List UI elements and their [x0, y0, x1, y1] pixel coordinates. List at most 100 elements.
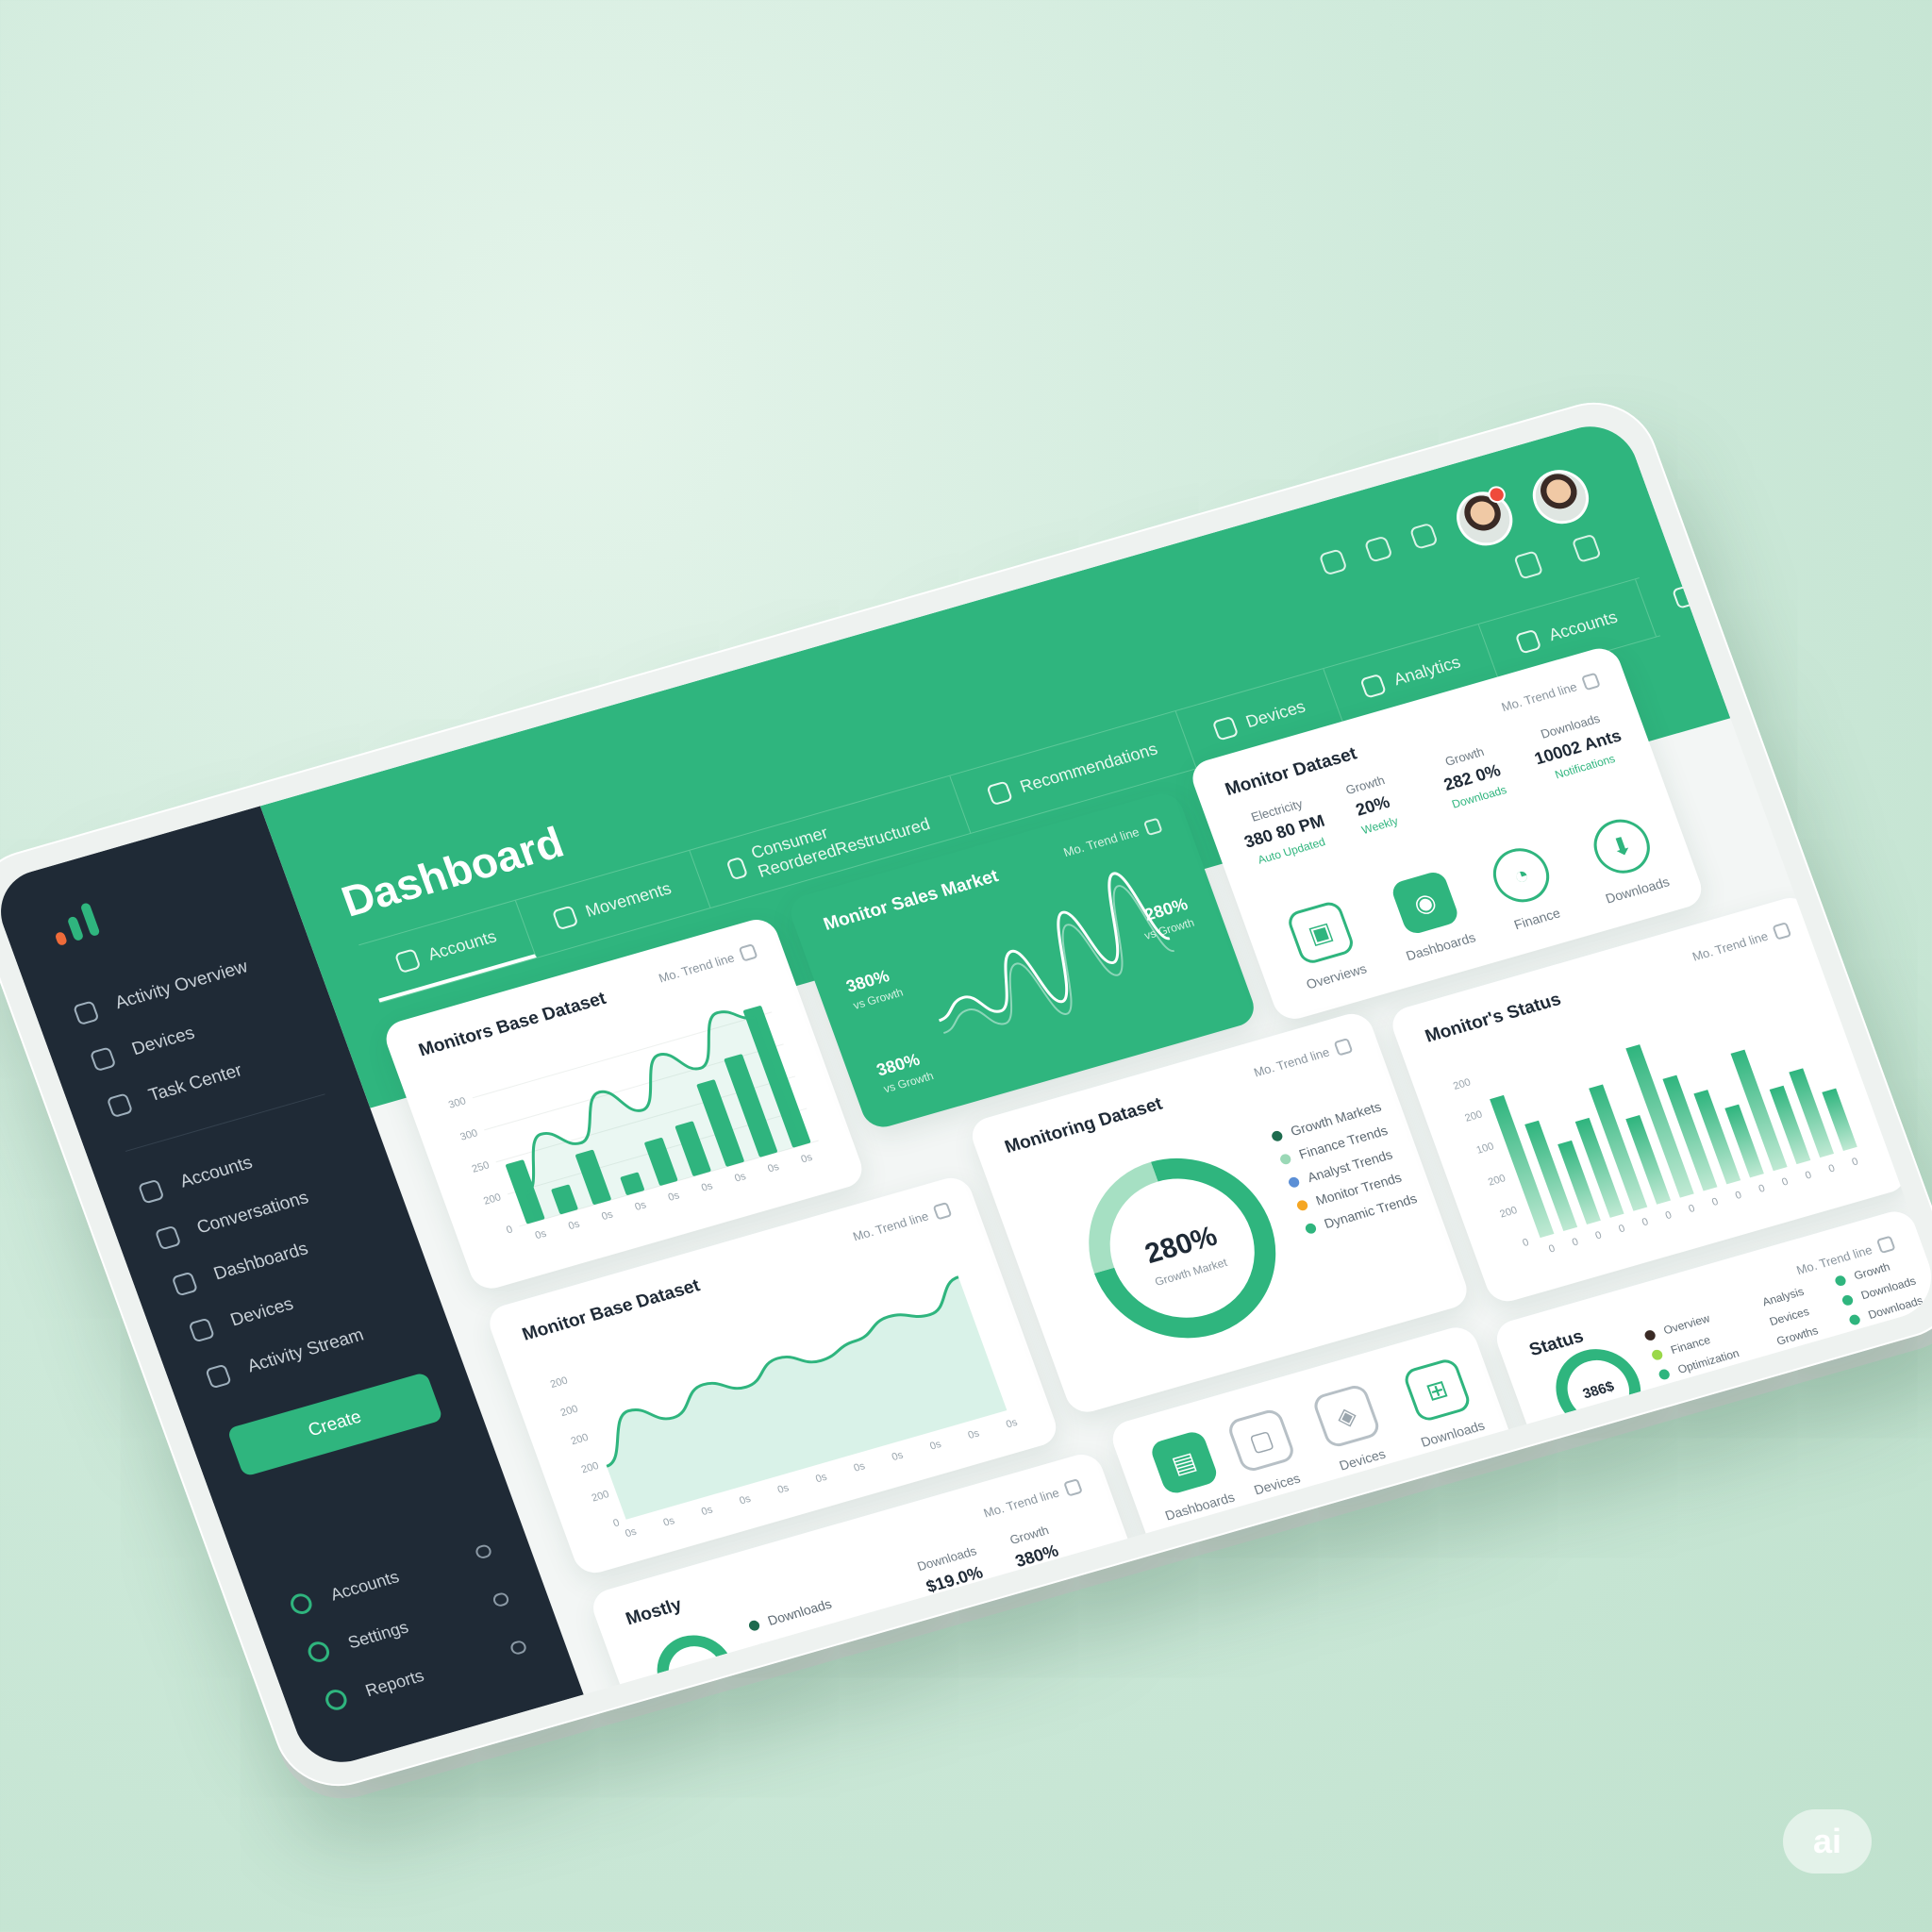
legend-dot: [1295, 1198, 1309, 1212]
y-tick-label: 200: [1452, 1077, 1473, 1092]
sidebar-footer-label: Reports: [362, 1665, 426, 1700]
legend-dot: [1642, 1328, 1657, 1341]
y-tick-label: 0: [505, 1224, 514, 1236]
heart-icon: [393, 948, 422, 974]
chat-bubble-icon: [474, 1542, 493, 1560]
globe-icon: [986, 780, 1014, 807]
notification-badge: [1485, 484, 1508, 506]
x-tick-label: 0: [1757, 1183, 1767, 1195]
x-tick-label: 0: [1547, 1243, 1557, 1256]
settings-icon: [305, 1639, 333, 1665]
y-tick-label: 200: [591, 1489, 611, 1504]
x-tick-label: 0: [1780, 1176, 1790, 1189]
x-tick-label: 0s: [534, 1228, 549, 1242]
sidebar-footer: Accounts Settings Reports: [246, 1515, 571, 1737]
devices-tile[interactable]: ▢ Devices: [1225, 1407, 1306, 1499]
x-tick-label: 0s: [776, 1482, 791, 1496]
stat-column: Growth 20% Weekly: [1343, 773, 1401, 837]
stat-column: Growth 282 0% Downloads: [1435, 741, 1509, 810]
x-tick-label: 0s: [891, 1450, 906, 1464]
x-tick-label: 0: [1851, 1157, 1860, 1169]
x-tick-label: 0s: [662, 1515, 677, 1529]
stat-column: Downloads 10002 Ants Notifications: [1525, 708, 1630, 786]
sidebar-footer-label: Settings: [344, 1617, 411, 1652]
users-icon: [551, 905, 579, 931]
legend-dot: [1840, 1293, 1855, 1307]
stream-icon: [205, 1363, 232, 1390]
y-tick-label: 250: [471, 1159, 491, 1174]
x-tick-label: 0s: [624, 1526, 639, 1541]
devices-tile-2[interactable]: ◈ Devices: [1310, 1382, 1391, 1474]
x-tick-label: 0s: [633, 1199, 648, 1213]
device-icon: [188, 1317, 216, 1343]
legend-dot: [1833, 1274, 1848, 1287]
link-icon: [1515, 628, 1542, 655]
share-icon[interactable]: [1513, 550, 1544, 580]
sidebar-item-label: Task Center: [145, 1060, 245, 1107]
donut-legend: Growth Markets Finance Trends Analyst Tr…: [1268, 1093, 1421, 1241]
x-tick-label: 0: [1641, 1216, 1650, 1228]
pie-icon: ◔: [1485, 841, 1557, 909]
overview-tile[interactable]: ▣ Overviews: [1281, 898, 1369, 992]
stat-column: Electricity 380 80 PM Auto Updated: [1235, 792, 1333, 869]
y-tick-label: 100: [1475, 1141, 1496, 1156]
calendar-icon: [1359, 673, 1388, 699]
folder-icon: ▢: [1225, 1407, 1297, 1474]
sidebar-item-label: Accounts: [177, 1153, 256, 1192]
tile-label: Dashboards: [1404, 929, 1478, 964]
downloads-tile[interactable]: ⬇ Downloads: [1581, 811, 1672, 907]
tile-label: Overviews: [1304, 960, 1369, 992]
dashboard-icon: [171, 1271, 199, 1297]
x-tick-label: 0s: [1005, 1417, 1020, 1431]
legend-dot: [747, 1619, 761, 1632]
account-icon: [137, 1178, 165, 1205]
y-tick-label: 0: [611, 1517, 621, 1529]
phone-icon: [1211, 715, 1240, 741]
legend-dot: [1847, 1312, 1862, 1326]
x-tick-label: 0s: [738, 1493, 753, 1507]
x-tick-label: 0: [1804, 1170, 1813, 1182]
legend-dot: [1270, 1129, 1284, 1142]
tab-label: Dashboards: [1703, 556, 1798, 599]
logo-icon: [47, 849, 288, 946]
chat-icon: [154, 1224, 182, 1251]
profile-card-icon: ▣: [1284, 899, 1357, 967]
dashboard-icon: ◉: [1389, 869, 1461, 937]
message-icon[interactable]: [1363, 535, 1393, 563]
y-tick-label: 200: [1498, 1205, 1519, 1220]
series-line-shadow: [942, 885, 1174, 1035]
legend-dot: [1304, 1222, 1318, 1235]
y-tick-label: 200: [570, 1432, 591, 1447]
x-tick-label: 0s: [733, 1171, 748, 1185]
chart-icon: [725, 856, 749, 881]
x-tick-label: 0s: [667, 1190, 682, 1204]
tile-label: Finance: [1511, 905, 1563, 933]
x-tick-label: 0: [1664, 1209, 1674, 1222]
device-scene: Activity Overview Devices Task Center Ac…: [0, 388, 1932, 1801]
dashboards-tile[interactable]: ◉ Dashboards: [1381, 867, 1477, 963]
x-tick-label: 0: [1687, 1203, 1696, 1215]
legend-dot: [1278, 1152, 1292, 1166]
ai-watermark-icon: ai: [1783, 1809, 1872, 1874]
tab-label: Accounts: [1545, 607, 1620, 644]
network-icon: ⊞: [1401, 1357, 1473, 1424]
upload-icon[interactable]: [1571, 533, 1602, 563]
x-tick-label: 0s: [700, 1180, 715, 1194]
dashboard-icon: ▤: [1148, 1429, 1220, 1496]
dashboards-tile[interactable]: ▤ Dashboards: [1141, 1427, 1237, 1524]
avatar[interactable]: [1448, 484, 1521, 553]
x-tick-label: 0s: [814, 1472, 829, 1486]
bell-icon[interactable]: [1408, 522, 1439, 550]
chat-icon[interactable]: [1318, 548, 1348, 576]
x-tick-label: 0s: [800, 1152, 815, 1166]
tab-label: Movements: [582, 877, 675, 921]
y-tick-label: 300: [447, 1095, 468, 1110]
finance-tile[interactable]: ◔ Finance: [1485, 841, 1566, 933]
reports-icon: [322, 1687, 350, 1713]
avatar[interactable]: [1524, 463, 1597, 531]
y-tick-label: 200: [549, 1375, 570, 1391]
sidebar-item-label: Devices: [227, 1293, 296, 1331]
area-fill: [607, 1276, 1008, 1520]
x-tick-label: 0: [1827, 1163, 1837, 1175]
downloads-tile[interactable]: ⊞ Downloads: [1396, 1356, 1487, 1450]
